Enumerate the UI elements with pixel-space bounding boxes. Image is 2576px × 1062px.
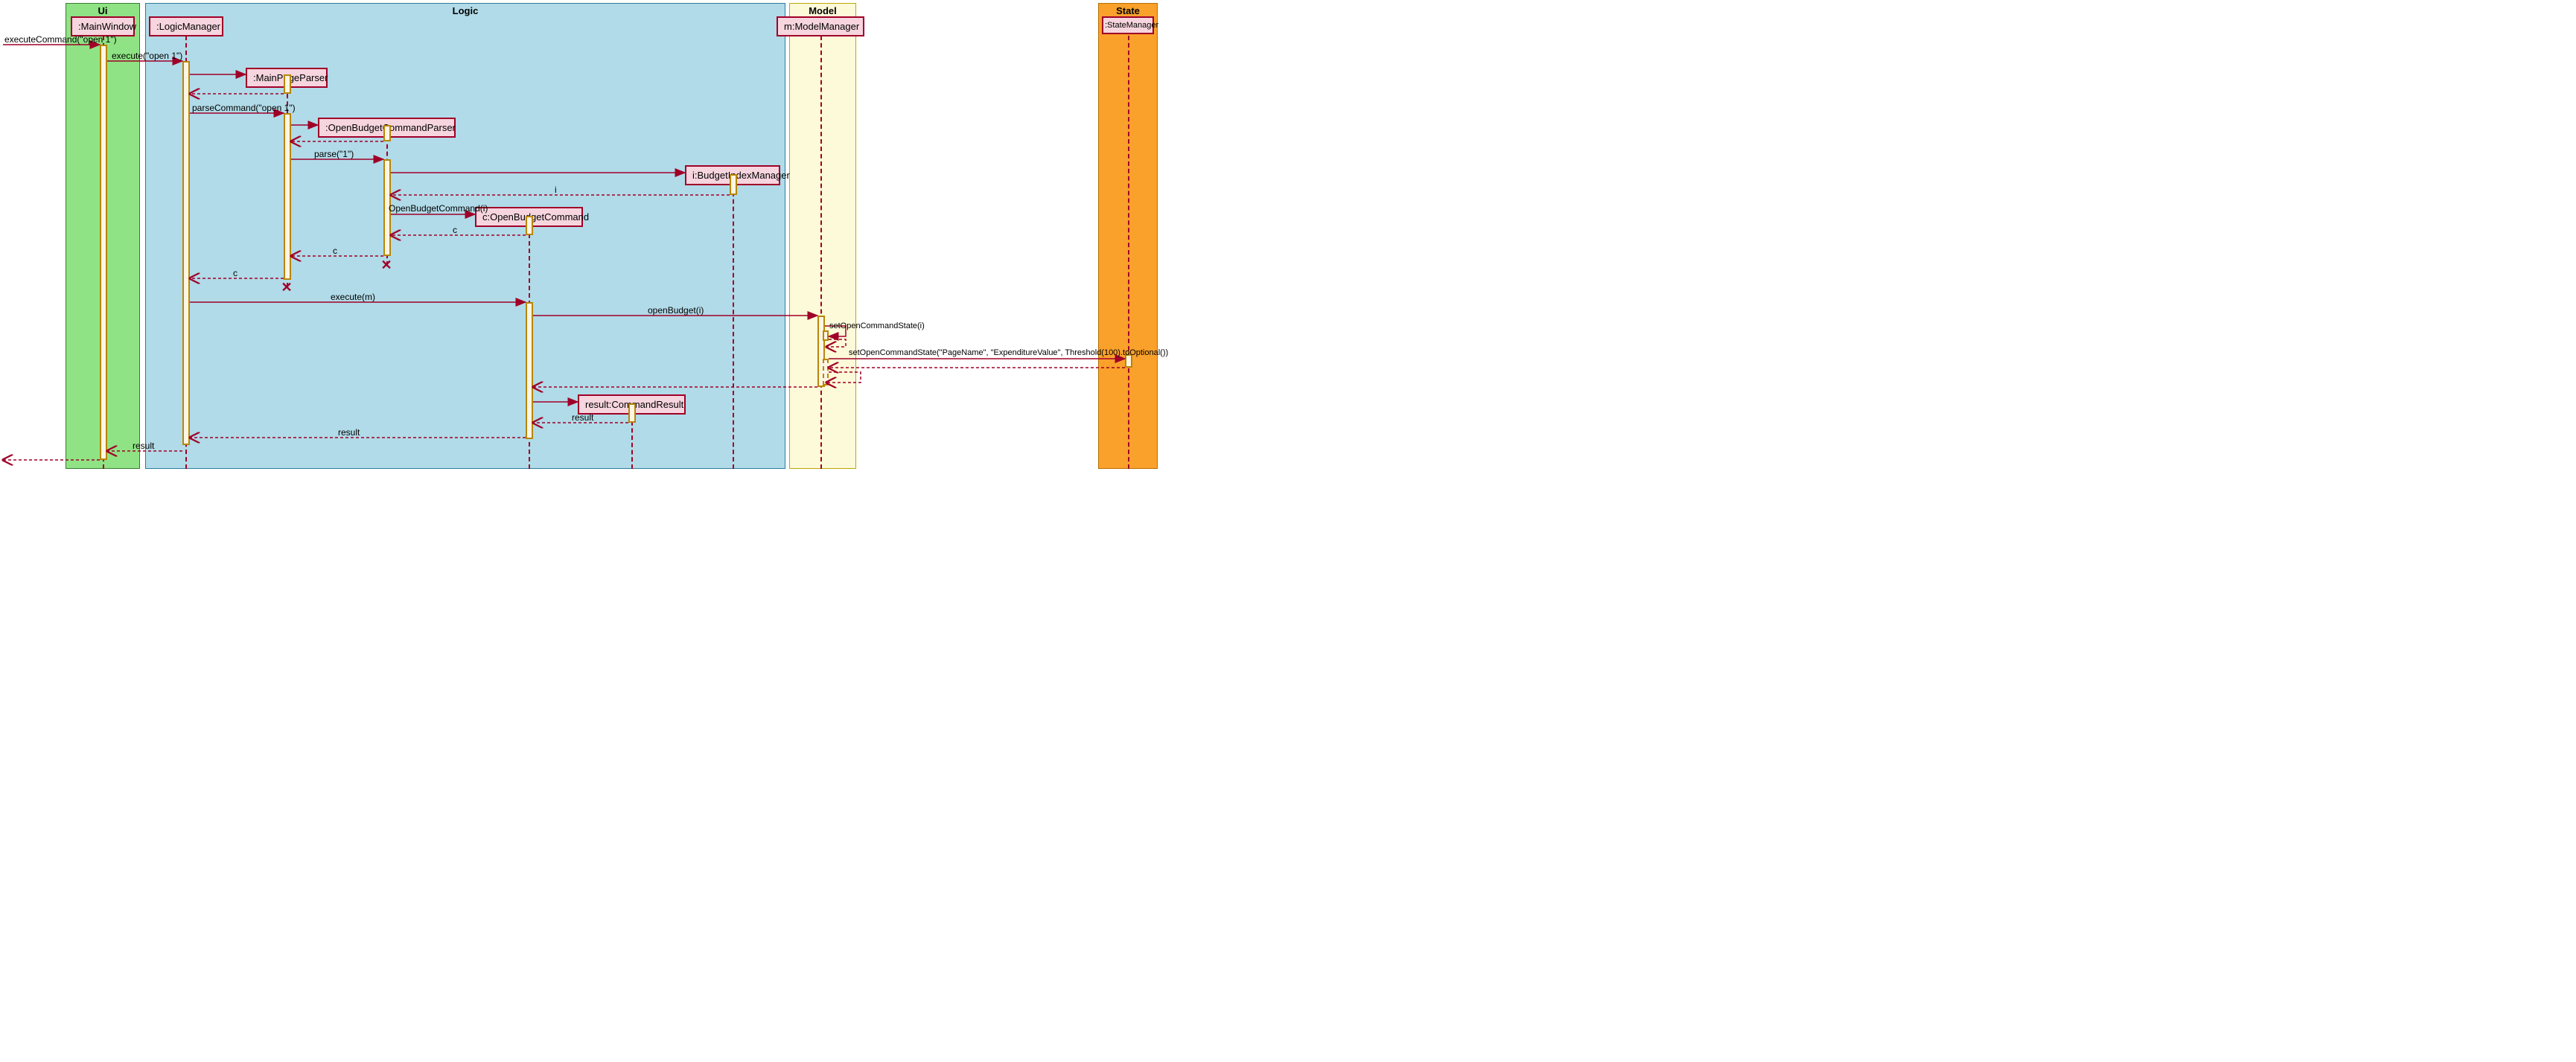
msg-openbudget-i: openBudget(i) <box>648 305 704 316</box>
msg-c2: c <box>333 246 337 256</box>
msg-execute: execute("open 1") <box>112 51 182 61</box>
msg-openbudgetcmd-i: OpenBudgetCommand(i) <box>389 203 488 214</box>
msg-c1: c <box>453 225 457 235</box>
msg-setopenstate-i: setOpenCommandState(i) <box>829 322 925 330</box>
msg-parsecommand: parseCommand("open 1") <box>192 103 296 113</box>
msg-i: i <box>555 185 557 195</box>
msg-result3: result <box>133 441 154 451</box>
msg-parse: parse("1") <box>314 149 354 159</box>
msg-executecommand: executeCommand("open 1") <box>4 34 117 45</box>
msg-setopenstate-long: setOpenCommandState("PageName", "Expendi… <box>849 348 1168 357</box>
msg-c3: c <box>233 268 237 278</box>
arrows-layer <box>0 0 1161 476</box>
msg-execute-m: execute(m) <box>331 292 375 302</box>
msg-result1: result <box>572 412 593 423</box>
msg-result2: result <box>338 427 360 438</box>
sequence-diagram: Ui Logic Model State :MainWindow :LogicM… <box>0 0 1161 476</box>
